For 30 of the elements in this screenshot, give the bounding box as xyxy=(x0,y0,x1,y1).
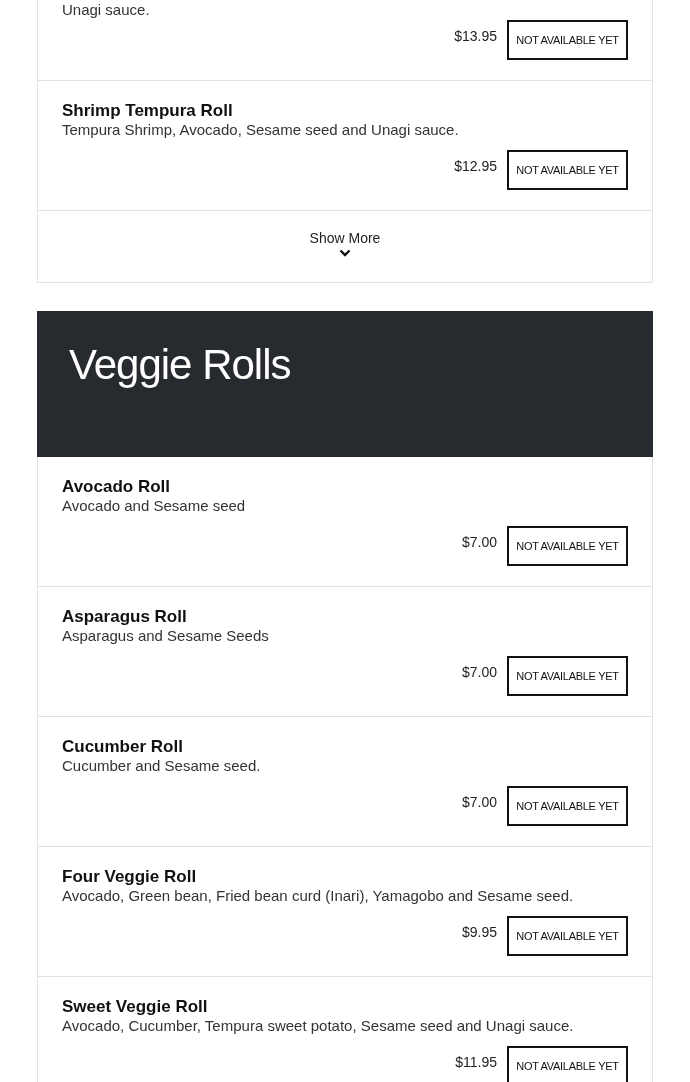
not-available-button[interactable]: NOT AVAILABLE YET xyxy=(507,1046,628,1082)
item-description: Asparagus and Sesame Seeds xyxy=(62,626,270,646)
item-price: $7.00 xyxy=(461,664,497,680)
not-available-button[interactable]: NOT AVAILABLE YET xyxy=(507,20,628,60)
item-name: Avocado Roll xyxy=(62,477,171,496)
item-price: $7.00 xyxy=(461,534,497,550)
item-description: Avocado, Green bean, Fried bean curd (Inari), Yamagobo and Sesame seed. xyxy=(62,886,575,906)
item-description: Cucumber and Sesame seed. xyxy=(62,756,262,776)
item-name: Asparagus Roll xyxy=(62,607,188,626)
item-description: Avocado, Cucumber, Tempura sweet potato, Sesame seed and Unagi sauce. xyxy=(62,1016,575,1036)
item-name: Shrimp Tempura Roll xyxy=(62,101,234,120)
show-more-button[interactable]: Show More xyxy=(309,230,381,257)
item-price: $12.95 xyxy=(454,158,497,174)
item-description: Unagi sauce. xyxy=(62,0,151,20)
item-name: Sweet Veggie Roll xyxy=(62,997,209,1016)
not-available-button[interactable]: NOT AVAILABLE YET xyxy=(507,916,628,956)
item-description: Avocado and Sesame seed xyxy=(62,496,247,516)
not-available-button[interactable]: NOT AVAILABLE YET xyxy=(507,786,628,826)
section-title: Veggie Rolls xyxy=(69,340,292,390)
item-price: $13.95 xyxy=(454,28,497,44)
item-description: Tempura Shrimp, Avocado, Sesame seed and Unagi sauce. xyxy=(62,120,460,140)
item-name: Cucumber Roll xyxy=(62,737,184,756)
item-price: $11.95 xyxy=(455,1054,497,1070)
not-available-button[interactable]: NOT AVAILABLE YET xyxy=(507,526,628,566)
item-price: $9.95 xyxy=(461,924,497,940)
chevron-down-icon xyxy=(339,249,351,257)
not-available-button[interactable]: NOT AVAILABLE YET xyxy=(507,656,628,696)
item-price: $7.00 xyxy=(461,794,497,810)
not-available-button[interactable]: NOT AVAILABLE YET xyxy=(507,150,628,190)
item-name: Four Veggie Roll xyxy=(62,867,198,886)
